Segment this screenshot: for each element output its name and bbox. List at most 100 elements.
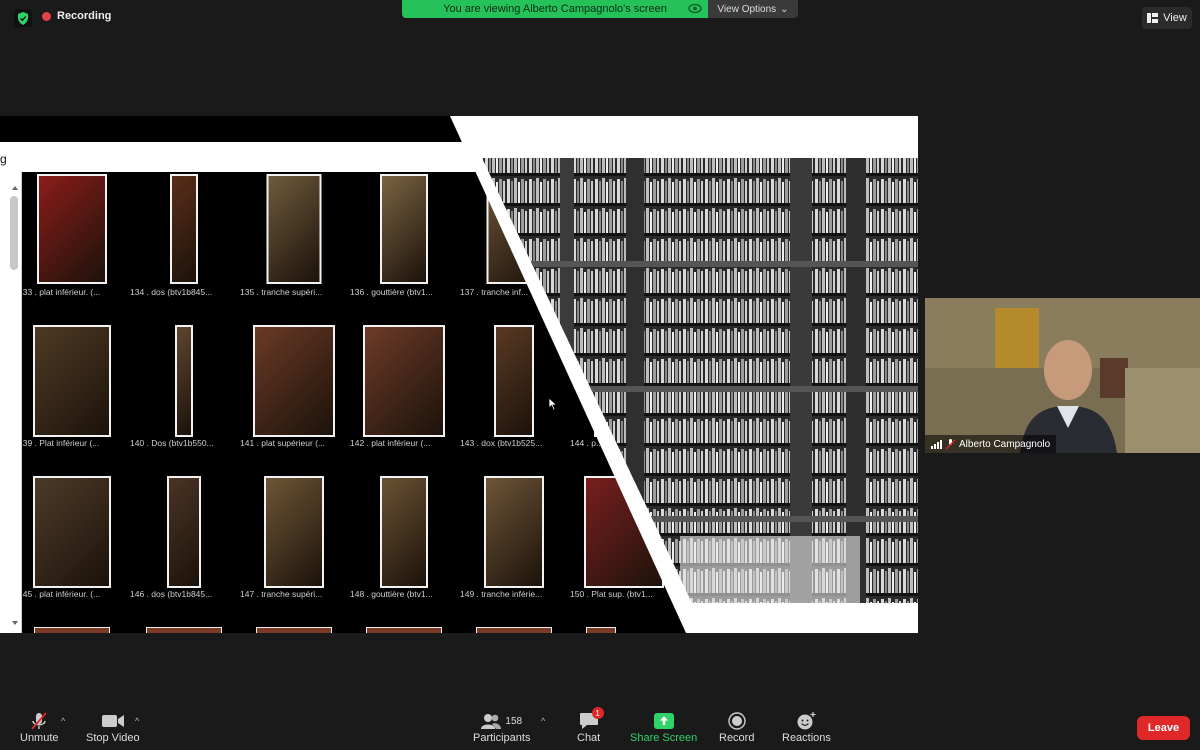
thumbnail-tile[interactable]: 133 . plat inférieur. (... [22, 174, 122, 304]
record-button[interactable]: Record [719, 710, 754, 744]
viewing-screen-banner: You are viewing Alberto Campagnolo's scr… [402, 0, 708, 18]
thumbnail-caption: 146 . dos (btv1b845... [130, 589, 213, 599]
book-thumbnail-image [170, 174, 198, 284]
thumbnail-caption: 133 . plat inférieur. (... [22, 287, 101, 297]
stop-video-button[interactable]: Stop Video [86, 710, 140, 744]
book-thumbnail-image [380, 476, 428, 588]
video-camera-icon [101, 715, 124, 727]
view-options-label: View Options [717, 3, 777, 15]
partial-thumbnail-image[interactable] [256, 627, 332, 633]
signal-strength-icon [931, 439, 942, 449]
thumbnail-tile[interactable]: 145 . plat inférieur. (... [22, 476, 122, 606]
video-options-caret-icon[interactable]: ^ [135, 716, 139, 726]
partial-thumbnail-image[interactable] [476, 627, 552, 633]
participants-options-caret-icon[interactable]: ^ [541, 716, 545, 726]
book-thumbnail-image [266, 174, 322, 284]
scroll-down-arrow-icon[interactable] [12, 621, 18, 625]
audio-options-caret-icon[interactable]: ^ [61, 716, 65, 726]
thumbnail-caption: 136 . gouttière (btv1... [350, 287, 433, 297]
partial-thumbnail-image[interactable] [146, 627, 222, 633]
mouse-cursor-icon [548, 397, 558, 411]
thumbnail-tile[interactable]: 135 . tranche supéri... [240, 174, 344, 304]
stop-video-label: Stop Video [86, 732, 140, 744]
share-screen-button[interactable]: Share Screen [630, 710, 697, 744]
thumbnail-tile[interactable]: 141 . plat supérieur (... [240, 325, 344, 455]
thumbnail-tile[interactable]: 143 . dox (btv1b525... [460, 325, 564, 455]
unmute-button[interactable]: Unmute [20, 710, 59, 744]
thumbnail-caption: 140 . Dos (btv1b550... [130, 438, 214, 448]
thumbnail-tile[interactable]: 150 . Plat sup. (btv1... [570, 476, 674, 606]
participants-count: 158 [505, 715, 523, 727]
thumbnail-tile[interactable]: 144 . p... [570, 325, 674, 455]
chat-button[interactable]: 1 Chat [577, 707, 604, 744]
leave-button[interactable]: Leave [1137, 716, 1190, 740]
thumbnail-tile[interactable]: 148 . gouttière (btv1... [350, 476, 454, 606]
partial-thumbnail-image[interactable] [586, 627, 616, 633]
thumbnail-caption: 142 . plat inférieur (... [350, 438, 431, 448]
thumbnail-caption: 147 . tranche supéri... [240, 589, 323, 599]
participant-name-tag: Alberto Campagnolo [925, 435, 1057, 453]
share-screen-icon [653, 713, 674, 729]
thumbnail-caption: 143 . dox (btv1b525... [460, 438, 543, 448]
thumbnail-tile[interactable]: 134 . dos (btv1b845... [130, 174, 234, 304]
thumbnail-tile[interactable]: 142 . plat inférieur (... [350, 325, 454, 455]
thumbnail-tile[interactable]: 137 . tranche inf... [460, 174, 564, 304]
book-thumbnail-image [37, 174, 107, 284]
thumbnail-caption: 134 . dos (btv1b845... [130, 287, 213, 297]
thumbnail-caption: 137 . tranche inf... [460, 287, 529, 297]
thumbnail-tile[interactable]: 136 . gouttière (btv1... [350, 174, 454, 304]
recording-indicator[interactable]: Recording [42, 10, 111, 22]
book-thumbnail-image [264, 476, 324, 588]
thumbnail-tile[interactable]: 147 . tranche supéri... [240, 476, 344, 606]
image-gallery-window: g 133 . plat inférieur. (... 134 . dos (b… [0, 146, 702, 633]
chat-label: Chat [577, 732, 601, 744]
book-thumbnail-image [594, 325, 654, 437]
book-thumbnail-image [484, 476, 544, 588]
thumbnail-tile[interactable]: 146 . dos (btv1b845... [130, 476, 234, 606]
grid-view-icon [1147, 13, 1159, 23]
book-thumbnail-image [33, 325, 111, 437]
view-options-dropdown[interactable]: View Options ⌄ [708, 0, 798, 18]
scroll-up-arrow-icon[interactable] [12, 186, 18, 190]
thumbnail-caption: 135 . tranche supéri... [240, 287, 323, 297]
reactions-smiley-icon [797, 712, 816, 730]
share-screen-label: Share Screen [630, 732, 698, 744]
record-icon [728, 712, 746, 730]
gallery-title: g [0, 152, 7, 166]
partial-thumbnail-image[interactable] [34, 627, 110, 633]
eye-icon [688, 3, 702, 17]
record-label: Record [719, 732, 755, 744]
book-thumbnail-image [380, 174, 428, 284]
security-shield-icon[interactable] [14, 9, 32, 27]
reactions-button[interactable]: Reactions [782, 710, 831, 744]
thumbnail-grid: 133 . plat inférieur. (... 134 . dos (btv… [22, 172, 702, 633]
participants-label: Participants [473, 732, 531, 744]
scrollbar-thumb[interactable] [10, 196, 18, 270]
thumbnail-tile[interactable]: 140 . Dos (btv1b550... [130, 325, 234, 455]
zoom-meeting-window: Recording You are viewing Alberto Campag… [0, 0, 1200, 750]
banner-text: You are viewing Alberto Campagnolo's scr… [443, 3, 667, 15]
shared-screen: g 133 . plat inférieur. (... 134 . dos (b… [0, 116, 918, 633]
thumbnail-tile[interactable]: 139 . Plat inférieur (... [22, 325, 122, 455]
recording-dot-icon [42, 11, 51, 21]
view-label: View [1163, 12, 1187, 24]
book-thumbnail-image [584, 476, 664, 588]
book-thumbnail-image [175, 325, 193, 437]
book-thumbnail-image [494, 325, 534, 437]
thumbnail-caption: 139 . Plat inférieur (... [22, 438, 100, 448]
partial-thumbnail-image[interactable] [366, 627, 442, 633]
thumbnail-caption: 148 . gouttière (btv1... [350, 589, 433, 599]
book-thumbnail-image [167, 476, 201, 588]
participant-name: Alberto Campagnolo [959, 438, 1051, 450]
unmute-label: Unmute [20, 732, 59, 744]
thumbnail-caption: 144 . p... [570, 438, 604, 448]
view-button[interactable]: View [1142, 7, 1192, 29]
thumbnail-tile[interactable]: 149 . tranche inférie... [460, 476, 564, 606]
gallery-scrollbar[interactable] [0, 172, 22, 633]
book-thumbnail-image [253, 325, 335, 437]
reactions-label: Reactions [782, 732, 831, 744]
chevron-down-icon: ⌄ [780, 3, 789, 15]
muted-microphone-icon [31, 712, 47, 730]
participant-video-tile[interactable]: Alberto Campagnolo [925, 298, 1200, 453]
participants-button[interactable]: 158 Participants [473, 710, 530, 744]
